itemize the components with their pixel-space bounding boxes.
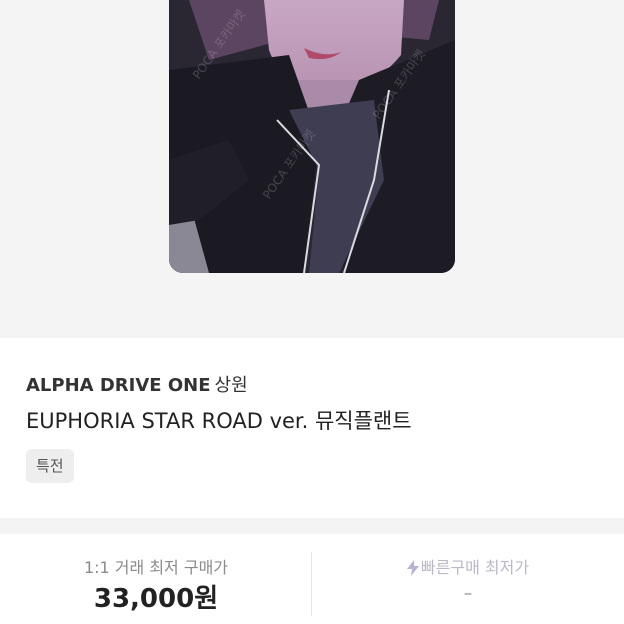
- photocard-illustration: POCA 포카마켓 POCA 포카마켓 POCA 포카마켓: [169, 0, 455, 273]
- category-tag: 특전: [26, 449, 74, 483]
- direct-trade-label: 1:1 거래 최저 구매가: [83, 558, 229, 577]
- photocard-image[interactable]: POCA 포카마켓 POCA 포카마켓 POCA 포카마켓: [169, 0, 455, 273]
- lightning-bolt-icon: [406, 560, 419, 576]
- quick-buy-price[interactable]: 빠른구매 최저가 -: [312, 534, 624, 624]
- direct-trade-price[interactable]: 1:1 거래 최저 구매가 33,000원: [0, 534, 312, 624]
- direct-trade-value: 33,000원: [93, 584, 219, 614]
- member-name: 상원: [214, 375, 248, 396]
- price-summary: 1:1 거래 최저 구매가 33,000원 빠른구매 최저가 -: [0, 534, 624, 624]
- quick-buy-label-row: 빠른구매 최저가: [312, 554, 624, 578]
- product-info: ALPHA DRIVE ONE 상원 EUPHORIA STAR ROAD ver…: [0, 338, 624, 518]
- product-image-area: POCA 포카마켓 POCA 포카마켓 POCA 포카마켓: [0, 0, 624, 338]
- quick-buy-value: -: [463, 578, 473, 608]
- album-title: EUPHORIA STAR ROAD ver. 뮤직플랜트: [26, 409, 412, 433]
- artist-name[interactable]: ALPHA DRIVE ONE: [26, 375, 211, 396]
- artist-line: ALPHA DRIVE ONE 상원: [26, 371, 248, 397]
- quick-buy-label: 빠른구매 최저가: [420, 558, 530, 577]
- section-divider: [0, 518, 624, 534]
